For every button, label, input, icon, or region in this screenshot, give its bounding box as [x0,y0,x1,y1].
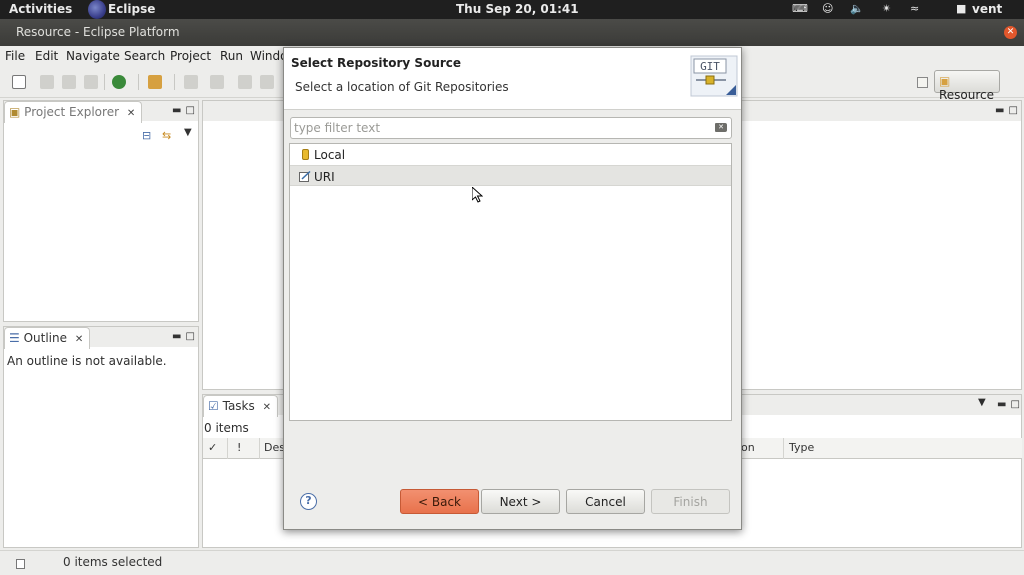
git-logo-text: GIT [700,60,720,73]
save-all-icon[interactable] [62,75,76,89]
window-title-bar[interactable]: Resource - Eclipse Platform ✕ [0,19,1024,46]
print-icon[interactable] [84,75,98,89]
project-explorer-icon: ▣ [9,105,21,119]
open-task-icon[interactable] [148,75,162,89]
project-explorer-view: ▣ Project Explorer ✕ ▬□ ⊟ ⇆ ▼ [3,100,199,322]
tab-project-explorer[interactable]: ▣ Project Explorer ✕ [4,101,143,123]
list-item-uri[interactable]: URI [290,165,731,186]
close-tab-icon[interactable]: ✕ [75,334,83,345]
dialog-subtitle: Select a location of Git Repositories [295,80,509,94]
finish-button[interactable]: Finish [651,489,730,514]
menu-search[interactable]: Search [124,49,165,63]
col-completed[interactable]: ✓ [208,441,217,454]
task-count: 0 items [204,421,249,435]
previous-annotation-icon[interactable] [210,75,224,89]
system-top-bar: Activities Eclipse Thu Sep 20, 01:41 ⌨ ☺… [0,0,1024,19]
tab-tasks[interactable]: ☑ Tasks ✕ [203,395,278,417]
dialog-title: Select Repository Source [291,56,462,70]
col-description[interactable]: Des [264,441,285,454]
clear-filter-icon[interactable]: ✕ [715,123,727,132]
status-bar: 0 items selected [0,550,1024,575]
tab-label: Tasks [222,399,255,413]
collapse-all-icon[interactable]: ⊟ [142,129,151,142]
new-icon[interactable] [12,75,26,89]
cancel-button[interactable]: Cancel [566,489,645,514]
eclipse-icon [88,0,106,19]
clock[interactable]: Thu Sep 20, 01:41 [456,2,579,16]
col-priority[interactable]: ! [237,441,241,454]
menu-edit[interactable]: Edit [35,49,58,63]
mouse-cursor-icon [472,187,483,203]
user-menu[interactable]: vent [972,2,1002,16]
wifi-icon[interactable]: ≈ [910,2,919,15]
next-annotation-icon[interactable] [184,75,198,89]
tab-outline[interactable]: ☰ Outline ✕ [4,327,91,349]
back-icon[interactable] [238,75,252,89]
next-button[interactable]: Next > [481,489,560,514]
minimize-maximize-icons[interactable]: ▬□ [172,331,199,342]
menu-window[interactable]: Windo [250,49,288,63]
view-menu-icon[interactable]: ▼ [184,127,192,138]
back-button[interactable]: < Back [400,489,479,514]
col-type[interactable]: Type [789,441,814,454]
help-icon[interactable]: ? [300,493,317,510]
bluetooth-icon[interactable]: ✴ [882,2,891,15]
menu-run[interactable]: Run [220,49,243,63]
editor-minimize-maximize-icons[interactable]: ▬□ [995,105,1022,116]
select-repository-source-dialog: Select Repository Source Select a locati… [283,47,742,530]
menu-file[interactable]: File [5,49,25,63]
status-text: 0 items selected [63,555,163,569]
menu-navigate[interactable]: Navigate [66,49,120,63]
dialog-header: Select Repository Source Select a locati… [284,48,741,110]
open-perspective-icon[interactable] [917,77,928,88]
col-location[interactable]: on [741,441,755,454]
perspective-resource-button[interactable]: ▣ Resource [934,70,1000,102]
tab-label: Project Explorer [24,105,120,119]
outline-view: ☰ Outline ✕ ▬□ An outline is not availab… [3,326,199,548]
list-item-label: URI [314,170,335,184]
repository-source-list: Local URI [289,143,732,421]
volume-icon[interactable]: 🔈 [850,2,864,15]
list-item-local[interactable]: Local [290,144,731,165]
run-icon[interactable] [112,75,126,89]
minimize-maximize-icons[interactable]: ▬□ [172,105,199,116]
minimize-maximize-icons[interactable]: ▬□ [997,399,1024,410]
save-icon[interactable] [40,75,54,89]
folder-icon: ▣ [939,74,951,88]
status-icon [16,559,25,569]
forward-icon[interactable] [260,75,274,89]
tab-label: Outline [23,331,68,345]
close-tab-icon[interactable]: ✕ [263,402,271,413]
outline-message: An outline is not available. [7,354,167,368]
window-title: Resource - Eclipse Platform [16,25,180,39]
menu-project[interactable]: Project [170,49,211,63]
keyboard-icon[interactable]: ⌨ [792,2,808,15]
close-tab-icon[interactable]: ✕ [127,108,135,119]
filter-field: ✕ [290,117,732,139]
view-menu-icon[interactable]: ▼ [978,397,986,408]
outline-icon: ☰ [9,331,20,345]
link-editor-icon[interactable]: ⇆ [162,129,171,142]
git-logo-icon: GIT [690,55,738,97]
local-repo-icon [302,149,309,160]
close-window-icon[interactable]: ✕ [1004,26,1017,39]
app-menu[interactable]: Eclipse [108,2,155,16]
activities-button[interactable]: Activities [9,2,72,16]
tasks-icon: ☑ [208,399,219,413]
uri-icon [299,171,311,182]
accessibility-icon[interactable]: ☺ [822,2,833,15]
filter-input[interactable] [294,120,704,136]
chat-icon[interactable]: ■ [956,2,966,15]
list-item-label: Local [314,148,346,162]
